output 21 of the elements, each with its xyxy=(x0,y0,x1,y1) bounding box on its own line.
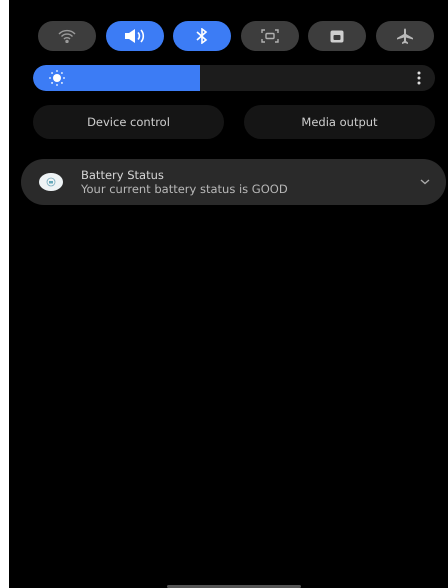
wifi-icon xyxy=(58,29,76,43)
quick-toggle[interactable] xyxy=(173,21,232,51)
airplane-icon xyxy=(396,28,414,44)
panel-button[interactable]: Device control xyxy=(33,105,224,139)
app-icon xyxy=(39,173,63,191)
quick-toggle[interactable] xyxy=(38,21,96,51)
bluetooth-icon xyxy=(196,28,208,44)
panel-button[interactable]: Media output xyxy=(244,105,435,139)
notification-card[interactable]: Battery Status Your current battery status is GOOD xyxy=(21,159,446,205)
notification-text: Your current battery status is GOOD xyxy=(81,182,289,196)
quick-toggle[interactable] xyxy=(240,21,299,51)
speaker-icon xyxy=(124,29,146,43)
brightness-slider[interactable] xyxy=(33,65,435,91)
quick-toggle[interactable] xyxy=(308,21,366,51)
more-icon[interactable] xyxy=(417,71,421,85)
quick-toggle[interactable] xyxy=(376,21,434,51)
sun-icon xyxy=(49,70,65,86)
scan-icon xyxy=(260,29,279,43)
notification-title: Battery Status xyxy=(81,168,165,182)
chevron-down-icon[interactable] xyxy=(420,179,430,185)
quick-toggle[interactable] xyxy=(106,21,164,51)
